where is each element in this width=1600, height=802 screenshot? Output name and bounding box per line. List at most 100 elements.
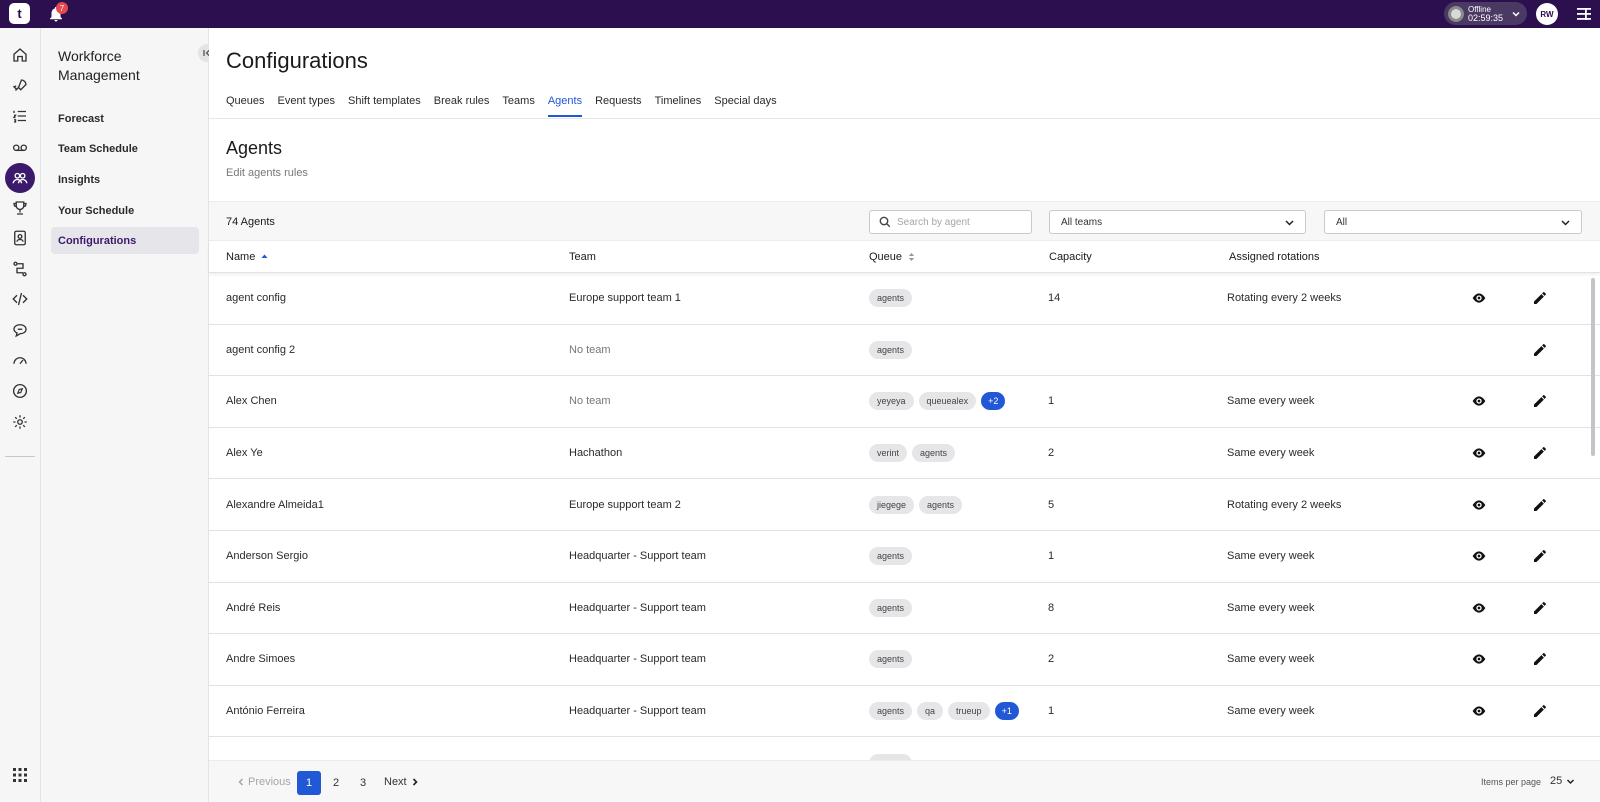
edit-icon[interactable] [1532,548,1548,564]
agent-team: No team [569,343,611,356]
contacts-icon[interactable] [8,226,32,250]
edit-icon[interactable] [1532,445,1548,461]
module-title: Workforce Management [58,48,140,83]
tab-queues[interactable]: Queues [226,95,265,117]
table-row[interactable]: agent config Europe support team 1 agents 1… [209,273,1600,325]
edit-icon[interactable] [1532,393,1548,409]
scrollbar-thumb[interactable] [1591,278,1595,456]
user-avatar[interactable]: RW [1536,3,1558,25]
edit-icon[interactable] [1532,703,1548,719]
agent-capacity: 14 [1048,292,1061,305]
tab-shift-templates[interactable]: Shift templates [348,95,421,117]
edit-icon[interactable] [1532,651,1548,667]
home-icon[interactable] [8,43,32,67]
view-icon[interactable] [1471,497,1487,513]
settings-icon[interactable] [8,410,32,434]
edit-icon[interactable] [1532,497,1548,513]
nav-item-insights[interactable]: Insights [51,166,199,193]
table-row[interactable]: Alex Chen No team yeyeya queuealex +2 1 Same e… [209,376,1600,428]
column-name[interactable]: Name [226,251,268,263]
status-filter-select[interactable]: All [1324,210,1582,234]
nav-item-configurations[interactable]: Configurations [51,227,199,254]
queue-chip: agents [869,289,913,308]
speedometer-icon[interactable] [8,348,32,372]
flow-icon[interactable] [8,257,32,281]
more-queues-chip[interactable]: +1 [994,702,1019,721]
table-row[interactable]: Alex Ye Hachathon verint agents 2 Same every … [209,428,1600,480]
status-selector[interactable]: Offline 02:59:35 [1444,2,1527,25]
sort-icon [908,253,915,261]
code-icon[interactable] [8,287,32,311]
previous-page-button[interactable]: Previous [236,776,291,788]
list-icon[interactable] [8,104,32,128]
queue-chip: yeyeya [869,392,914,411]
column-queue[interactable]: Queue [869,251,915,263]
tab-timelines[interactable]: Timelines [655,95,702,117]
items-per-page-select[interactable]: 25 [1550,775,1575,787]
nav-item-your-schedule[interactable]: Your Schedule [51,197,199,224]
page-3-button[interactable]: 3 [351,771,375,795]
table-row[interactable]: Anderson Sergio Headquarter - Support tea… [209,531,1600,583]
chat-icon[interactable] [8,318,32,342]
team-filter-select[interactable]: All teams [1049,210,1306,234]
table-row[interactable]: Alexandre Almeida1 Europe support team 2 j… [209,479,1600,531]
queue-chip: agents [869,702,913,721]
view-icon[interactable] [1471,600,1487,616]
table-row[interactable]: agents [209,737,1600,760]
view-icon[interactable] [1471,290,1487,306]
pagination-bar: Previous 1 2 3 Next Items per page 25 [209,760,1600,802]
chevron-down-icon [1561,220,1570,226]
rocket-icon[interactable] [8,74,32,98]
view-icon[interactable] [1471,548,1487,564]
tab-break-rules[interactable]: Break rules [434,95,490,117]
main-content: Configurations Queues Event types Shift … [209,28,1600,802]
table-row[interactable]: André Reis Headquarter - Support team agen… [209,583,1600,635]
agent-name: Anderson Sergio [226,550,308,563]
edit-icon[interactable] [1532,342,1548,358]
status-dot-icon [1448,5,1464,22]
compass-icon[interactable] [8,379,32,403]
table-row[interactable]: António Ferreira Headquarter - Support te… [209,686,1600,738]
voicemail-icon[interactable] [8,135,32,159]
more-queues-chip[interactable]: +2 [981,392,1006,411]
tab-special-days[interactable]: Special days [714,95,776,117]
trophy-icon[interactable] [8,196,32,220]
edit-icon[interactable] [1532,600,1548,616]
queue-chip: agents [919,495,963,514]
app-logo[interactable]: t [9,3,30,24]
nav-item-team-schedule[interactable]: Team Schedule [51,135,199,162]
nav-item-forecast[interactable]: Forecast [51,105,199,132]
page-1-button[interactable]: 1 [297,771,321,795]
view-icon[interactable] [1471,703,1487,719]
tab-agents[interactable]: Agents [547,95,583,117]
agent-name: agent config 2 [226,343,296,356]
search-icon [879,216,891,228]
apps-grid-icon[interactable] [12,767,28,783]
tab-event-types[interactable]: Event types [278,95,335,117]
agent-rotation: Same every week [1227,705,1315,718]
agent-capacity: 2 [1048,653,1055,666]
queue-chips: agents qa trueup +1 [869,702,1019,721]
agent-capacity: 1 [1048,550,1055,563]
table-row[interactable]: Andre Simoes Headquarter - Support team ag… [209,634,1600,686]
items-per-page-label: Items per page [1481,777,1542,787]
users-icon[interactable] [5,163,35,193]
team-filter-value: All teams [1061,216,1103,228]
next-page-button[interactable]: Next [384,776,420,788]
table-row[interactable]: agent config 2 No team agents [209,325,1600,377]
view-icon[interactable] [1471,445,1487,461]
agent-rotation: Rotating every 2 weeks [1227,292,1342,305]
view-icon[interactable] [1471,651,1487,667]
search-input[interactable] [897,216,1027,228]
tab-requests[interactable]: Requests [595,95,641,117]
agent-name: Alex Ye [226,447,263,460]
agent-capacity: 5 [1048,498,1055,511]
page-2-button[interactable]: 2 [324,771,348,795]
panel-menu-icon[interactable] [1576,6,1592,22]
agent-count: 74 Agents [226,216,275,228]
tab-teams[interactable]: Teams [502,95,534,117]
view-icon[interactable] [1471,393,1487,409]
queue-chips: verint agents [869,444,956,463]
chevron-left-icon [238,778,244,786]
edit-icon[interactable] [1532,290,1548,306]
